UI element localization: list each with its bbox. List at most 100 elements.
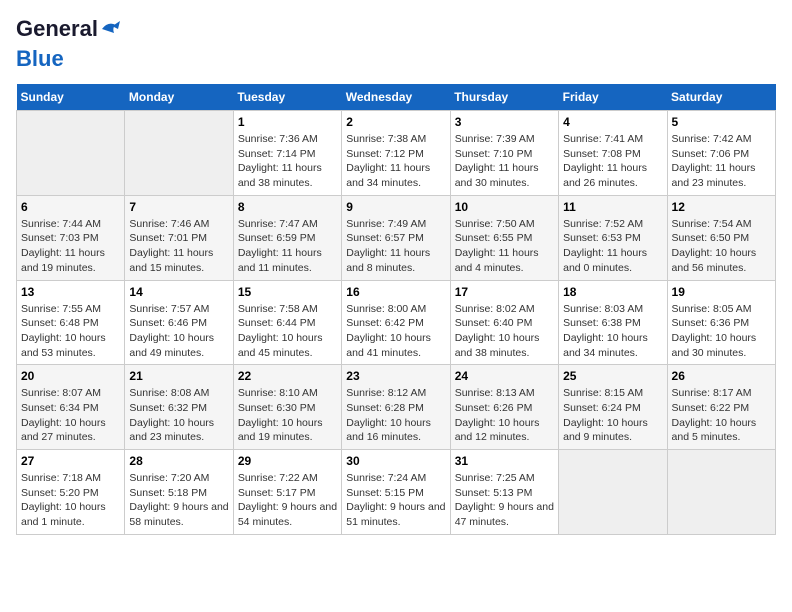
day-info: Sunrise: 8:10 AMSunset: 6:30 PMDaylight:… bbox=[238, 386, 337, 445]
day-cell bbox=[667, 450, 775, 535]
day-cell: 18 Sunrise: 8:03 AMSunset: 6:38 PMDayligh… bbox=[559, 280, 667, 365]
day-info: Sunrise: 7:18 AMSunset: 5:20 PMDaylight:… bbox=[21, 471, 120, 530]
day-number: 15 bbox=[238, 285, 337, 299]
day-cell: 23 Sunrise: 8:12 AMSunset: 6:28 PMDayligh… bbox=[342, 365, 450, 450]
day-info: Sunrise: 7:57 AMSunset: 6:46 PMDaylight:… bbox=[129, 302, 228, 361]
day-cell: 24 Sunrise: 8:13 AMSunset: 6:26 PMDayligh… bbox=[450, 365, 558, 450]
day-cell: 27 Sunrise: 7:18 AMSunset: 5:20 PMDayligh… bbox=[17, 450, 125, 535]
day-number: 31 bbox=[455, 454, 554, 468]
day-number: 4 bbox=[563, 115, 662, 129]
day-cell: 12Sunrise: 7:54 AMSunset: 6:50 PMDayligh… bbox=[667, 195, 775, 280]
day-number: 17 bbox=[455, 285, 554, 299]
day-number: 19 bbox=[672, 285, 771, 299]
day-cell: 14 Sunrise: 7:57 AMSunset: 6:46 PMDayligh… bbox=[125, 280, 233, 365]
day-header-wednesday: Wednesday bbox=[342, 84, 450, 111]
day-header-thursday: Thursday bbox=[450, 84, 558, 111]
day-info: Sunrise: 7:55 AMSunset: 6:48 PMDaylight:… bbox=[21, 302, 120, 361]
day-cell: 1Sunrise: 7:36 AMSunset: 7:14 PMDaylight… bbox=[233, 111, 341, 196]
day-info: Sunrise: 7:50 AMSunset: 6:55 PMDaylight:… bbox=[455, 217, 554, 276]
day-info: Sunrise: 7:47 AMSunset: 6:59 PMDaylight:… bbox=[238, 217, 337, 276]
day-cell: 16 Sunrise: 8:00 AMSunset: 6:42 PMDayligh… bbox=[342, 280, 450, 365]
day-info: Sunrise: 8:00 AMSunset: 6:42 PMDaylight:… bbox=[346, 302, 445, 361]
day-info: Sunrise: 8:17 AMSunset: 6:22 PMDaylight:… bbox=[672, 386, 771, 445]
day-number: 28 bbox=[129, 454, 228, 468]
week-row-3: 13 Sunrise: 7:55 AMSunset: 6:48 PMDayligh… bbox=[17, 280, 776, 365]
day-cell: 2Sunrise: 7:38 AMSunset: 7:12 PMDaylight… bbox=[342, 111, 450, 196]
day-number: 3 bbox=[455, 115, 554, 129]
day-cell: 22Sunrise: 8:10 AMSunset: 6:30 PMDayligh… bbox=[233, 365, 341, 450]
day-cell: 15 Sunrise: 7:58 AMSunset: 6:44 PMDayligh… bbox=[233, 280, 341, 365]
week-row-1: 1Sunrise: 7:36 AMSunset: 7:14 PMDaylight… bbox=[17, 111, 776, 196]
day-cell: 8 Sunrise: 7:47 AMSunset: 6:59 PMDaylight… bbox=[233, 195, 341, 280]
day-cell: 11Sunrise: 7:52 AMSunset: 6:53 PMDayligh… bbox=[559, 195, 667, 280]
day-cell: 6Sunrise: 7:44 AMSunset: 7:03 PMDaylight… bbox=[17, 195, 125, 280]
day-number: 6 bbox=[21, 200, 120, 214]
day-info: Sunrise: 7:36 AMSunset: 7:14 PMDaylight:… bbox=[238, 132, 337, 191]
day-info: Sunrise: 7:58 AMSunset: 6:44 PMDaylight:… bbox=[238, 302, 337, 361]
page-header: General Blue bbox=[16, 16, 776, 72]
days-header-row: SundayMondayTuesdayWednesdayThursdayFrid… bbox=[17, 84, 776, 111]
day-cell: 4 Sunrise: 7:41 AMSunset: 7:08 PMDaylight… bbox=[559, 111, 667, 196]
day-cell: 31 Sunrise: 7:25 AMSunset: 5:13 PMDayligh… bbox=[450, 450, 558, 535]
day-cell: 21Sunrise: 8:08 AMSunset: 6:32 PMDayligh… bbox=[125, 365, 233, 450]
day-info: Sunrise: 8:07 AMSunset: 6:34 PMDaylight:… bbox=[21, 386, 120, 445]
day-cell bbox=[17, 111, 125, 196]
logo: General Blue bbox=[16, 16, 120, 72]
day-number: 25 bbox=[563, 369, 662, 383]
calendar-table: SundayMondayTuesdayWednesdayThursdayFrid… bbox=[16, 84, 776, 535]
day-number: 13 bbox=[21, 285, 120, 299]
day-cell: 7 Sunrise: 7:46 AMSunset: 7:01 PMDaylight… bbox=[125, 195, 233, 280]
day-info: Sunrise: 8:15 AMSunset: 6:24 PMDaylight:… bbox=[563, 386, 662, 445]
day-number: 30 bbox=[346, 454, 445, 468]
day-cell bbox=[559, 450, 667, 535]
day-info: Sunrise: 8:05 AMSunset: 6:36 PMDaylight:… bbox=[672, 302, 771, 361]
day-cell: 28 Sunrise: 7:20 AMSunset: 5:18 PMDayligh… bbox=[125, 450, 233, 535]
day-info: Sunrise: 8:12 AMSunset: 6:28 PMDaylight:… bbox=[346, 386, 445, 445]
day-info: Sunrise: 7:20 AMSunset: 5:18 PMDaylight:… bbox=[129, 471, 228, 530]
logo-general-label: General bbox=[16, 16, 98, 42]
day-number: 9 bbox=[346, 200, 445, 214]
day-cell: 13 Sunrise: 7:55 AMSunset: 6:48 PMDayligh… bbox=[17, 280, 125, 365]
day-cell: 10 Sunrise: 7:50 AMSunset: 6:55 PMDayligh… bbox=[450, 195, 558, 280]
day-number: 2 bbox=[346, 115, 445, 129]
day-number: 27 bbox=[21, 454, 120, 468]
day-info: Sunrise: 8:13 AMSunset: 6:26 PMDaylight:… bbox=[455, 386, 554, 445]
day-number: 5 bbox=[672, 115, 771, 129]
day-number: 24 bbox=[455, 369, 554, 383]
day-info: Sunrise: 7:41 AMSunset: 7:08 PMDaylight:… bbox=[563, 132, 662, 191]
day-number: 8 bbox=[238, 200, 337, 214]
day-info: Sunrise: 8:03 AMSunset: 6:38 PMDaylight:… bbox=[563, 302, 662, 361]
day-info: Sunrise: 7:24 AMSunset: 5:15 PMDaylight:… bbox=[346, 471, 445, 530]
day-cell: 17Sunrise: 8:02 AMSunset: 6:40 PMDayligh… bbox=[450, 280, 558, 365]
day-info: Sunrise: 7:39 AMSunset: 7:10 PMDaylight:… bbox=[455, 132, 554, 191]
day-number: 20 bbox=[21, 369, 120, 383]
day-number: 7 bbox=[129, 200, 228, 214]
day-header-tuesday: Tuesday bbox=[233, 84, 341, 111]
day-cell: 29Sunrise: 7:22 AMSunset: 5:17 PMDayligh… bbox=[233, 450, 341, 535]
day-info: Sunrise: 7:42 AMSunset: 7:06 PMDaylight:… bbox=[672, 132, 771, 191]
day-header-saturday: Saturday bbox=[667, 84, 775, 111]
day-info: Sunrise: 7:25 AMSunset: 5:13 PMDaylight:… bbox=[455, 471, 554, 530]
day-number: 14 bbox=[129, 285, 228, 299]
day-cell bbox=[125, 111, 233, 196]
logo-blue-label: Blue bbox=[16, 46, 64, 72]
logo-bird-icon bbox=[100, 19, 120, 39]
week-row-4: 20 Sunrise: 8:07 AMSunset: 6:34 PMDayligh… bbox=[17, 365, 776, 450]
day-number: 16 bbox=[346, 285, 445, 299]
day-number: 23 bbox=[346, 369, 445, 383]
day-number: 11 bbox=[563, 200, 662, 214]
week-row-2: 6Sunrise: 7:44 AMSunset: 7:03 PMDaylight… bbox=[17, 195, 776, 280]
day-number: 10 bbox=[455, 200, 554, 214]
day-cell: 9 Sunrise: 7:49 AMSunset: 6:57 PMDaylight… bbox=[342, 195, 450, 280]
day-header-friday: Friday bbox=[559, 84, 667, 111]
day-cell: 20 Sunrise: 8:07 AMSunset: 6:34 PMDayligh… bbox=[17, 365, 125, 450]
day-cell: 19 Sunrise: 8:05 AMSunset: 6:36 PMDayligh… bbox=[667, 280, 775, 365]
day-cell: 25 Sunrise: 8:15 AMSunset: 6:24 PMDayligh… bbox=[559, 365, 667, 450]
day-cell: 5 Sunrise: 7:42 AMSunset: 7:06 PMDaylight… bbox=[667, 111, 775, 196]
logo-general-text: General bbox=[16, 16, 120, 42]
day-number: 18 bbox=[563, 285, 662, 299]
day-cell: 30 Sunrise: 7:24 AMSunset: 5:15 PMDayligh… bbox=[342, 450, 450, 535]
week-row-5: 27 Sunrise: 7:18 AMSunset: 5:20 PMDayligh… bbox=[17, 450, 776, 535]
day-info: Sunrise: 7:49 AMSunset: 6:57 PMDaylight:… bbox=[346, 217, 445, 276]
day-info: Sunrise: 7:46 AMSunset: 7:01 PMDaylight:… bbox=[129, 217, 228, 276]
